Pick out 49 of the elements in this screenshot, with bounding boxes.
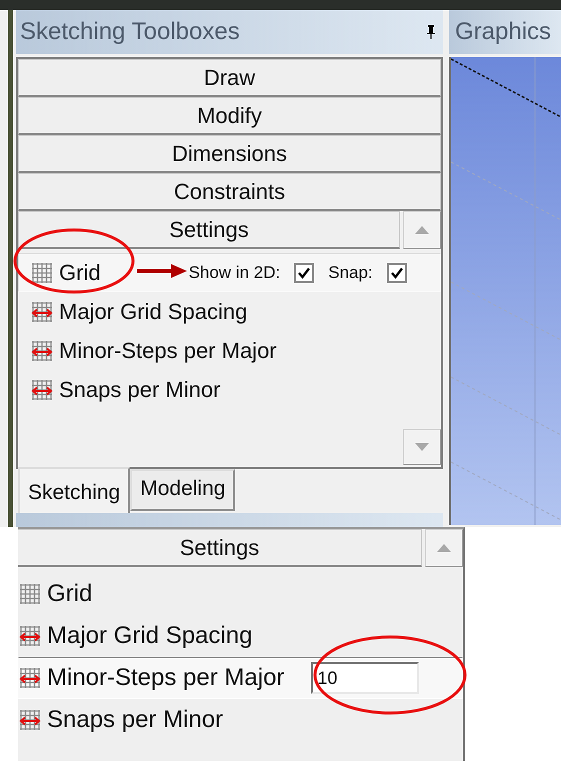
scroll-up-button[interactable]: [403, 211, 441, 249]
grid-arrow-icon: [19, 709, 41, 731]
settings-row[interactable]: Major Grid Spacing: [18, 292, 441, 331]
settings-row[interactable]: Minor-Steps per Major: [18, 331, 441, 370]
setting-label: Major Grid Spacing: [47, 622, 252, 650]
toolbox-button[interactable]: Dimensions: [18, 135, 441, 173]
setting-label: Minor-Steps per Major: [59, 338, 277, 364]
section-header[interactable]: Settings: [18, 211, 400, 249]
settings-row[interactable]: Major Grid Spacing: [18, 615, 463, 657]
option-label: Snap:: [328, 262, 373, 282]
setting-label: Major Grid Spacing: [59, 298, 248, 324]
settings-row[interactable]: Minor-Steps per Major 10: [18, 657, 463, 699]
tab[interactable]: Modeling: [130, 469, 236, 511]
setting-label: Snaps per Minor: [59, 376, 220, 402]
grid-arrow-icon: [31, 300, 53, 322]
up-arrow-icon: [415, 226, 429, 234]
setting-label: Minor-Steps per Major: [47, 664, 284, 692]
down-arrow-icon: [415, 443, 429, 451]
grid-icon: [31, 262, 53, 284]
up-arrow-icon: [437, 544, 451, 552]
toolbox-button[interactable]: Modify: [18, 97, 441, 135]
option-label: Show in 2D:: [188, 262, 280, 282]
grid-arrow-icon: [31, 340, 53, 362]
pin-icon: [425, 24, 437, 40]
panel-title: Sketching Toolboxes: [20, 18, 240, 46]
grid-arrow-icon: [31, 378, 53, 400]
value-field[interactable]: 10: [311, 662, 420, 694]
settings-row[interactable]: Snaps per Minor: [18, 699, 463, 741]
checkbox[interactable]: [386, 262, 407, 282]
grid-icon: [19, 583, 41, 605]
check-icon: [390, 266, 404, 280]
scroll-down-button[interactable]: [403, 429, 441, 465]
annotation-arrow: [137, 263, 187, 279]
toolbox-button[interactable]: Constraints: [18, 173, 441, 211]
settings-row[interactable]: Snaps per Minor: [18, 370, 441, 409]
settings-row[interactable]: Grid: [18, 573, 463, 615]
grid-arrow-icon: [19, 667, 41, 689]
check-icon: [297, 266, 312, 280]
toolbox-button[interactable]: Draw: [18, 59, 441, 97]
setting-label: Grid: [47, 580, 92, 608]
section-header[interactable]: Settings: [18, 529, 422, 567]
grid-arrow-icon: [19, 625, 41, 647]
setting-label: Snaps per Minor: [47, 706, 224, 734]
scroll-up-button[interactable]: [425, 529, 463, 567]
tab[interactable]: Sketching: [18, 467, 130, 515]
setting-label: Grid: [59, 260, 101, 286]
panel-title: Graphics: [455, 18, 552, 46]
checkbox[interactable]: [294, 262, 314, 282]
settings-row[interactable]: Grid Show in 2D: Snap:: [18, 253, 441, 292]
